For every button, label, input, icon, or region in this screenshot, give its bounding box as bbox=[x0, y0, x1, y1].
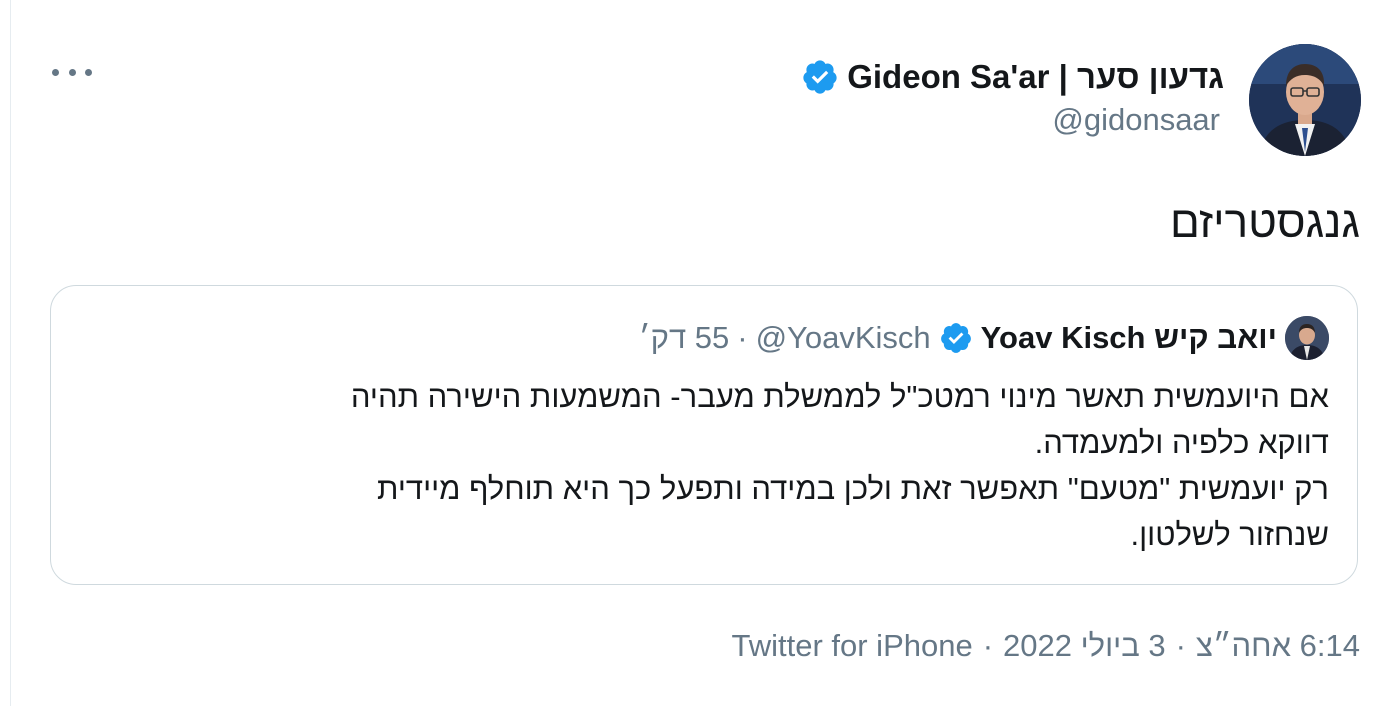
more-options-icon[interactable] bbox=[52, 62, 92, 82]
quoted-author-name[interactable]: יואב קיש Yoav Kisch bbox=[981, 320, 1277, 356]
quoted-tweet-text: אם היועמשית תאשר מינוי רמטכ"ל לממשלת מעב… bbox=[89, 374, 1329, 558]
profile-photo bbox=[1285, 316, 1329, 360]
quoted-tweet-line: דווקא כלפיה ולמעמדה. bbox=[1034, 425, 1329, 460]
separator-dot: · bbox=[982, 628, 994, 663]
quoted-author-avatar[interactable] bbox=[1285, 316, 1329, 360]
tweet-date[interactable]: 3 ביולי 2022 bbox=[1003, 628, 1166, 664]
profile-photo bbox=[1249, 44, 1361, 156]
quoted-author-handle[interactable]: @YoavKisch bbox=[756, 320, 931, 356]
dot bbox=[68, 68, 76, 76]
tweet-time[interactable]: 6:14 אחה״צ bbox=[1196, 628, 1360, 664]
tweet-source[interactable]: Twitter for iPhone bbox=[731, 628, 972, 664]
quoted-tweet-line: רק יועמשית "מטעם" תאפשר זאת ולכן במידה ו… bbox=[377, 471, 1329, 506]
author-display-name[interactable]: גדעון סער | Gideon Sa'ar bbox=[847, 58, 1224, 96]
timeline-border bbox=[10, 0, 11, 706]
tweet-text: גנגסטריזם bbox=[1169, 198, 1360, 247]
separator-dot: · bbox=[737, 320, 748, 355]
tweet-metadata: 6:14 אחה״צ · 3 ביולי 2022 · Twitter for … bbox=[731, 628, 1360, 664]
quoted-tweet-time[interactable]: 55 דק׳ bbox=[639, 320, 730, 356]
separator-dot: · bbox=[1175, 628, 1186, 663]
quoted-tweet-card[interactable]: יואב קיש Yoav Kisch @YoavKisch · 55 דק׳ … bbox=[50, 285, 1358, 585]
author-avatar[interactable] bbox=[1249, 44, 1361, 156]
verified-badge-icon bbox=[803, 60, 837, 94]
quoted-tweet-header: יואב קיש Yoav Kisch @YoavKisch · 55 דק׳ bbox=[639, 316, 1329, 360]
dot bbox=[52, 68, 59, 76]
quoted-tweet-line: שנחזור לשלטון. bbox=[1130, 517, 1329, 552]
author-handle[interactable]: @gidonsaar bbox=[1052, 102, 1220, 138]
dot bbox=[85, 68, 92, 76]
tweet-detail-page: גדעון סער | Gideon Sa'ar @gidonsaar גנגס… bbox=[0, 0, 1400, 706]
quoted-tweet-line: אם היועמשית תאשר מינוי רמטכ"ל לממשלת מעב… bbox=[350, 379, 1329, 414]
verified-badge-icon bbox=[940, 323, 971, 353]
author-name-row[interactable]: גדעון סער | Gideon Sa'ar bbox=[801, 52, 1224, 102]
